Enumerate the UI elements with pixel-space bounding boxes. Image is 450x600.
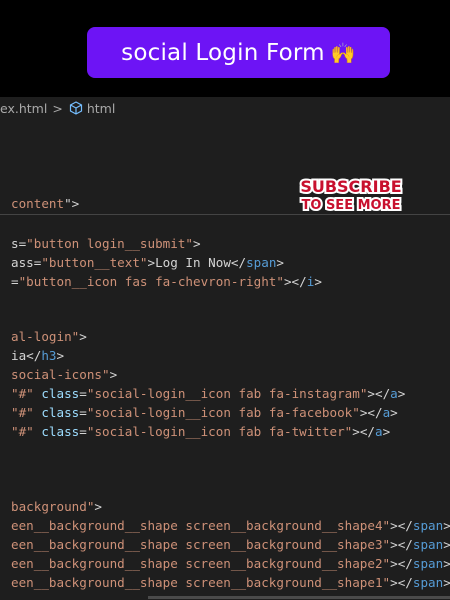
code-line[interactable]: "#" class="social-login__icon fab fa-ins… — [11, 384, 405, 403]
code-line[interactable]: een__background__shape screen__backgroun… — [11, 554, 450, 573]
code-editor[interactable]: ex.html > html content"> s="button login_… — [0, 97, 450, 600]
code-token: ass= — [11, 255, 42, 270]
code-token: ></ — [283, 274, 307, 289]
code-line[interactable]: een__background__shape screen__backgroun… — [11, 516, 450, 535]
code-token: "button__icon fas fa-chevron-right" — [18, 274, 284, 289]
cube-icon — [69, 101, 83, 115]
raised-hands-icon: 🙌 — [330, 40, 356, 65]
code-token: > — [79, 329, 87, 344]
code-line[interactable]: een__background__shape screen__backgroun… — [11, 535, 450, 554]
code-token: "#" — [11, 405, 34, 420]
code-token: = — [79, 386, 87, 401]
code-line[interactable]: content"> — [11, 194, 79, 213]
code-token: > — [397, 386, 406, 401]
code-token: class — [41, 424, 80, 439]
code-token: ></ — [390, 556, 413, 571]
code-token: > — [443, 537, 450, 552]
code-token: > — [443, 575, 450, 590]
code-line[interactable]: ="button__icon fas fa-chevron-right"></i… — [11, 272, 322, 291]
code-token: ></ — [390, 518, 413, 533]
code-line[interactable]: social-icons"> — [11, 365, 117, 384]
code-line[interactable]: ass="button__text">Log In Now</span> — [11, 253, 284, 272]
code-token: >Log In Now</ — [147, 255, 247, 270]
code-token: span — [412, 556, 444, 571]
code-token: a — [374, 424, 383, 439]
code-line[interactable]: "#" class="social-login__icon fab fa-fac… — [11, 403, 398, 422]
code-token: ia</ — [11, 348, 42, 363]
code-token: al-login" — [11, 329, 80, 344]
code-token: > — [109, 367, 118, 382]
code-token: "social-login__icon fab fa-instagram" — [86, 386, 368, 401]
code-token: span — [412, 537, 444, 552]
code-token: ></ — [390, 537, 413, 552]
code-token: > — [314, 274, 322, 289]
code-token: een__background__shape screen__backgroun… — [11, 575, 391, 590]
code-line[interactable]: al-login"> — [11, 327, 87, 346]
breadcrumb: ex.html > html — [0, 97, 115, 119]
code-token: s= — [11, 236, 27, 251]
code-token: > — [390, 405, 398, 420]
code-token: een__background__shape screen__backgroun… — [11, 556, 391, 571]
code-token: "#" — [11, 386, 34, 401]
breadcrumb-file[interactable]: ex.html — [0, 101, 47, 116]
code-token: "#" — [11, 424, 34, 439]
code-token: = — [79, 424, 87, 439]
code-token: een__background__shape screen__backgroun… — [11, 537, 391, 552]
code-token: ></ — [367, 386, 391, 401]
code-token: ></ — [352, 424, 375, 439]
code-token: h3 — [41, 348, 57, 363]
code-token: a — [390, 386, 398, 401]
code-token: > — [94, 499, 102, 514]
code-token: "> — [64, 196, 80, 211]
code-token: een__background__shape screen__backgroun… — [11, 518, 391, 533]
code-line[interactable]: "#" class="social-login__icon fab fa-twi… — [11, 422, 390, 441]
code-token: > — [276, 255, 285, 270]
code-token: > — [443, 556, 450, 571]
code-line[interactable]: ia</h3> — [11, 346, 64, 365]
breadcrumb-separator: > — [52, 100, 63, 116]
sticky-scroll-divider — [0, 214, 450, 215]
code-token: "button login__submit" — [26, 236, 193, 251]
title-banner: social Login Form 🙌 — [87, 27, 390, 78]
horizontal-scrollbar[interactable] — [148, 596, 450, 599]
code-token: "social-login__icon fab fa-facebook" — [86, 405, 360, 420]
code-token: ></ — [390, 575, 413, 590]
code-token: span — [246, 255, 277, 270]
code-line[interactable]: background"> — [11, 497, 102, 516]
code-token: ></ — [359, 405, 383, 420]
subscribe-badge: SUBSCRIBE TO SEE MORE — [298, 176, 403, 214]
code-token: content — [11, 196, 65, 211]
code-token: class — [41, 405, 80, 420]
code-token: social-icons" — [11, 367, 110, 382]
title-text: social Login Form — [121, 39, 325, 66]
code-token: span — [412, 575, 444, 590]
code-line[interactable]: een__background__shape screen__backgroun… — [11, 573, 450, 592]
code-token: > — [382, 424, 391, 439]
code-token: "button__text" — [41, 255, 148, 270]
code-token: > — [56, 348, 65, 363]
subscribe-text: SUBSCRIBE — [300, 177, 401, 196]
code-token: = — [11, 274, 19, 289]
code-line[interactable]: s="button login__submit"> — [11, 234, 201, 253]
code-token: span — [412, 518, 444, 533]
code-token: > — [443, 518, 450, 533]
code-token: class — [41, 386, 80, 401]
breadcrumb-node[interactable]: html — [87, 101, 115, 116]
video-title-area: social Login Form 🙌 — [0, 0, 450, 97]
code-token: > — [192, 236, 201, 251]
see-more-text: TO SEE MORE — [302, 198, 401, 213]
code-token: background" — [11, 499, 95, 514]
code-token: = — [79, 405, 87, 420]
code-token: "social-login__icon fab fa-twitter" — [86, 424, 353, 439]
